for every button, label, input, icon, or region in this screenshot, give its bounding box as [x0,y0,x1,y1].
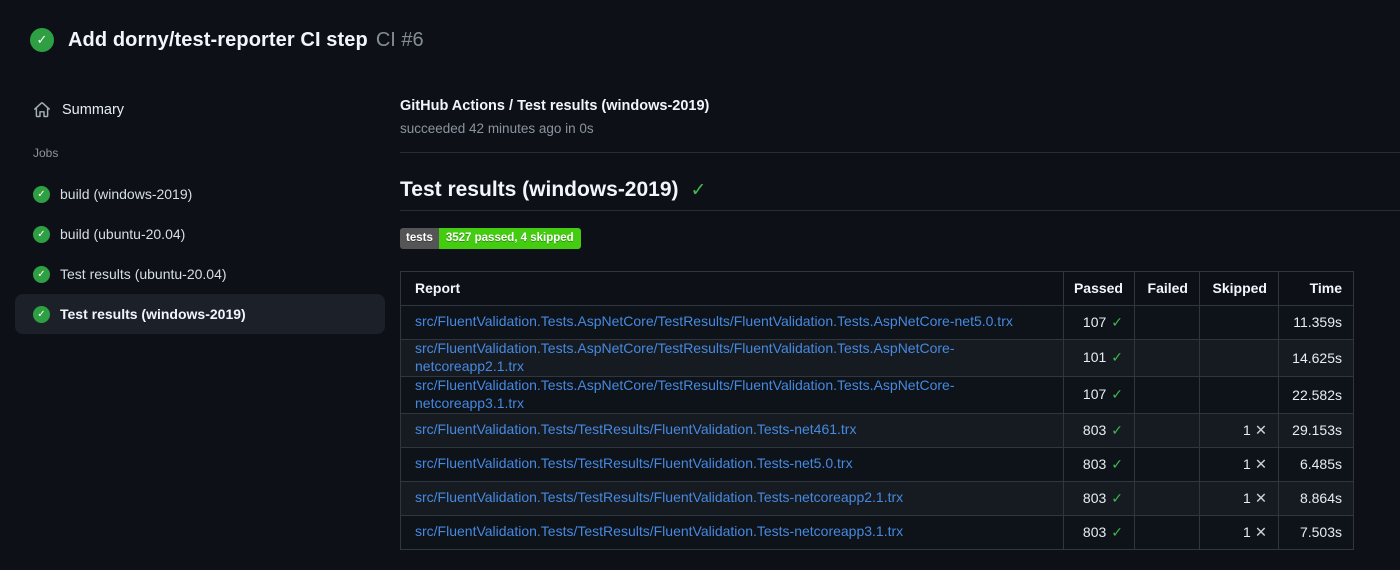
table-row: src/FluentValidation.Tests.AspNetCore/Te… [400,304,1354,340]
report-link[interactable]: src/FluentValidation.Tests.AspNetCore/Te… [415,313,1013,329]
passed-cell: 107 ✓ [1063,375,1135,414]
failed-cell [1134,338,1200,377]
report-link[interactable]: src/FluentValidation.Tests/TestResults/F… [415,489,903,505]
divider [400,152,1400,153]
table-row: src/FluentValidation.Tests/TestResults/F… [400,480,1354,516]
sidebar-item-label: build (ubuntu-20.04) [60,226,186,242]
passed-cell: 107 ✓ [1063,304,1135,340]
jobs-section-label: Jobs [33,146,59,160]
sidebar-summary-label: Summary [62,102,125,118]
table-row: src/FluentValidation.Tests/TestResults/F… [400,446,1354,482]
failed-cell [1134,375,1200,414]
time-cell: 14.625s [1278,338,1354,377]
check-run-status: succeeded 42 minutes ago in 0s [400,121,594,136]
check-circle-icon: ✓ [33,225,50,243]
x-icon: ✕ [1254,490,1267,507]
failed-cell [1134,412,1200,448]
section-title: Test results (windows-2019) [400,178,679,201]
run-number: CI #6 [375,28,424,51]
check-icon: ✓ [1111,349,1123,365]
passed-cell: 101 ✓ [1063,338,1135,377]
passed-cell: 803 ✓ [1063,480,1135,516]
jobs-list: ✓ build (windows-2019) ✓ build (ubuntu-20.0… [0,174,400,334]
table-row: src/FluentValidation.Tests.AspNetCore/Te… [400,338,1354,377]
failed-cell [1134,514,1200,550]
check-icon: ✓ [1111,421,1123,438]
table-row: src/FluentValidation.Tests.AspNetCore/Te… [400,375,1354,414]
report-link[interactable]: src/FluentValidation.Tests.AspNetCore/Te… [415,377,955,411]
sidebar-item-build-ubuntu-20.04[interactable]: ✓ build (ubuntu-20.04) [15,214,385,254]
column-header-report: Report [400,270,1064,306]
check-icon: ✓ [1111,523,1123,540]
table-header-row: Report Passed Failed Skipped Time [400,270,1354,306]
skipped-cell: 1 ✕ [1199,412,1279,448]
skipped-cell [1199,304,1279,340]
check-circle-icon: ✓ [33,305,50,323]
time-cell: 7.503s [1278,514,1354,550]
x-icon: ✕ [1254,456,1267,473]
sidebar-item-test-results-windows-2019[interactable]: ✓ Test results (windows-2019) [15,294,385,334]
sidebar-item-label: Test results (windows-2019) [60,306,246,322]
check-circle-icon: ✓ [33,265,50,283]
results-table-body: src/FluentValidation.Tests.AspNetCore/Te… [400,304,1354,550]
column-header-failed: Failed [1134,270,1200,306]
sidebar-item-label: Test results (ubuntu-20.04) [60,266,227,282]
x-icon: ✕ [1254,524,1267,541]
failed-cell [1134,304,1200,340]
workflow-run-page: ✓ Add dorny/test-reporter CI step CI #6 … [0,0,1400,570]
check-icon: ✓ [1111,455,1123,472]
passed-cell: 803 ✓ [1063,514,1135,550]
check-circle-icon: ✓ [33,185,50,203]
test-results-table: Report Passed Failed Skipped Time src/Fl… [400,270,1354,550]
report-link[interactable]: src/FluentValidation.Tests/TestResults/F… [415,455,853,471]
sidebar-item-summary[interactable]: Summary [33,92,400,128]
check-icon: ✓ [1111,386,1123,402]
skipped-cell [1199,338,1279,377]
x-icon: ✕ [1254,422,1267,439]
sidebar-item-test-results-ubuntu-20.04[interactable]: ✓ Test results (ubuntu-20.04) [15,254,385,294]
section-title-row: Test results (windows-2019) ✓ [400,178,1400,211]
run-header: ✓ Add dorny/test-reporter CI step CI #6 [0,0,1400,80]
passed-cell: 803 ✓ [1063,412,1135,448]
skipped-cell: 1 ✕ [1199,514,1279,550]
time-cell: 22.582s [1278,375,1354,414]
run-title: Add dorny/test-reporter CI step [68,28,368,51]
skipped-cell: 1 ✕ [1199,480,1279,516]
home-icon [33,101,51,119]
tests-badge: tests 3527 passed, 4 skipped [400,228,581,249]
time-cell: 11.359s [1278,304,1354,340]
skipped-cell: 1 ✕ [1199,446,1279,482]
check-icon: ✓ [1111,489,1123,506]
column-header-passed: Passed [1063,270,1135,306]
column-header-skipped: Skipped [1199,270,1279,306]
failed-cell [1134,446,1200,482]
report-link[interactable]: src/FluentValidation.Tests.AspNetCore/Te… [415,340,955,374]
column-header-time: Time [1278,270,1354,306]
main-content: GitHub Actions / Test results (windows-2… [400,80,1400,550]
table-row: src/FluentValidation.Tests/TestResults/F… [400,514,1354,550]
table-row: src/FluentValidation.Tests/TestResults/F… [400,412,1354,448]
tests-badge-value: 3527 passed, 4 skipped [438,228,581,249]
time-cell: 8.864s [1278,480,1354,516]
passed-cell: 803 ✓ [1063,446,1135,482]
time-cell: 6.485s [1278,446,1354,482]
sidebar-item-build-windows-2019[interactable]: ✓ build (windows-2019) [15,174,385,214]
skipped-cell [1199,375,1279,414]
check-run-title: GitHub Actions / Test results (windows-2… [400,98,710,114]
check-circle-icon: ✓ [30,28,54,52]
check-icon: ✓ [690,179,707,201]
sidebar: Summary Jobs ✓ build (windows-2019) ✓ build… [0,80,400,334]
report-link[interactable]: src/FluentValidation.Tests/TestResults/F… [415,421,856,437]
sidebar-item-label: build (windows-2019) [60,186,193,202]
tests-badge-label: tests [400,228,439,249]
check-icon: ✓ [1111,313,1123,330]
report-link[interactable]: src/FluentValidation.Tests/TestResults/F… [415,523,903,539]
time-cell: 29.153s [1278,412,1354,448]
failed-cell [1134,480,1200,516]
